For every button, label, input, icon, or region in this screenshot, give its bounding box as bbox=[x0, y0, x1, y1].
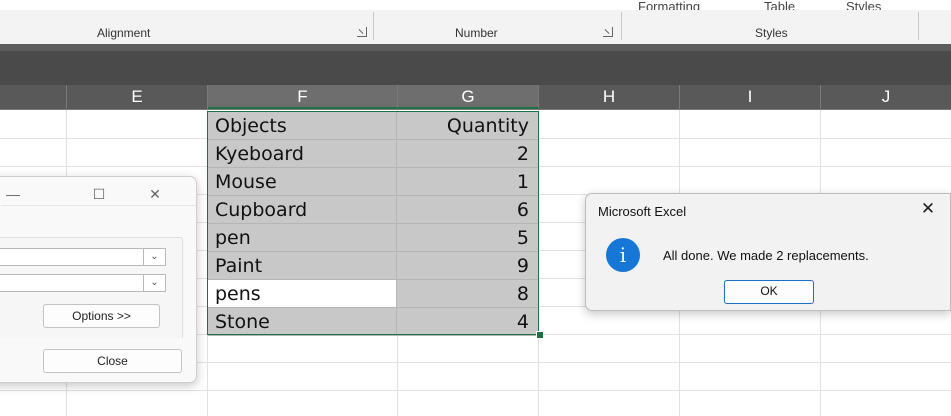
close-icon[interactable]: ✕ bbox=[145, 186, 165, 202]
title-separator bbox=[1, 205, 196, 206]
ribbon-shadow bbox=[0, 44, 951, 51]
alignment-dialog-launcher-icon[interactable] bbox=[357, 27, 367, 37]
column-header-i[interactable]: I bbox=[680, 85, 821, 109]
object-cell[interactable]: Kyeboard bbox=[208, 140, 397, 168]
message-text: All done. We made 2 replacements. bbox=[663, 248, 869, 263]
column-header-g[interactable]: G bbox=[398, 85, 539, 109]
options-button[interactable]: Options >> bbox=[43, 304, 160, 328]
quantity-cell[interactable]: 8 bbox=[397, 280, 538, 308]
grid-row-line bbox=[0, 390, 951, 391]
column-header-j[interactable]: J bbox=[821, 85, 951, 109]
fill-handle[interactable] bbox=[536, 331, 544, 339]
ribbon-button-formatting[interactable]: Formatting bbox=[638, 1, 700, 10]
info-icon: i bbox=[606, 238, 640, 272]
ribbon-separator bbox=[621, 12, 622, 40]
ok-button[interactable]: OK bbox=[724, 280, 814, 304]
number-dialog-launcher-icon[interactable] bbox=[603, 27, 613, 37]
object-cell[interactable]: pen bbox=[208, 224, 397, 252]
replace-tab-panel: ⌄ ⌄ Options >> bbox=[0, 237, 183, 338]
column-header-f[interactable]: F bbox=[208, 85, 398, 109]
close-button[interactable]: Close bbox=[43, 349, 182, 373]
ribbon-separator bbox=[918, 12, 919, 40]
ribbon-button-table[interactable]: Table bbox=[764, 1, 795, 10]
object-cell[interactable]: Stone bbox=[208, 308, 397, 336]
close-icon[interactable]: ✕ bbox=[916, 198, 940, 220]
maximize-icon[interactable]: ☐ bbox=[89, 186, 109, 202]
grid-col-line bbox=[538, 110, 539, 416]
formula-bar-area bbox=[0, 51, 951, 85]
header-cell-quantity[interactable]: Quantity bbox=[397, 112, 538, 140]
active-cell[interactable]: pens bbox=[208, 280, 397, 308]
quantity-cell[interactable]: 1 bbox=[397, 168, 538, 196]
minimize-icon[interactable]: — bbox=[3, 186, 23, 202]
find-what-combo[interactable]: ⌄ bbox=[0, 248, 166, 266]
quantity-cell[interactable]: 2 bbox=[397, 140, 538, 168]
object-cell[interactable]: Mouse bbox=[208, 168, 397, 196]
ribbon-top-strip bbox=[0, 0, 951, 10]
ribbon-group-styles-label: Styles bbox=[755, 26, 788, 40]
column-header-row: E F G H I J bbox=[0, 85, 951, 110]
find-replace-dialog: — ☐ ✕ ⌄ ⌄ Options >> Close bbox=[0, 176, 197, 383]
ribbon: Formatting Table Styles Alignment Number… bbox=[0, 0, 951, 45]
ribbon-group-number-label: Number bbox=[455, 26, 498, 40]
message-box: Microsoft Excel ✕ i All done. We made 2 … bbox=[585, 193, 951, 311]
header-cell-objects[interactable]: Objects bbox=[208, 112, 397, 140]
replace-with-combo[interactable]: ⌄ bbox=[0, 274, 166, 292]
quantity-cell[interactable]: 4 bbox=[397, 308, 538, 336]
object-cell[interactable]: Paint bbox=[208, 252, 397, 280]
message-box-title: Microsoft Excel bbox=[598, 204, 687, 219]
ribbon-button-styles[interactable]: Styles bbox=[846, 1, 881, 10]
object-cell[interactable]: Cupboard bbox=[208, 196, 397, 224]
quantity-cell[interactable]: 6 bbox=[397, 196, 538, 224]
quantity-cell[interactable]: 9 bbox=[397, 252, 538, 280]
ribbon-separator bbox=[373, 12, 374, 40]
column-header-h[interactable]: H bbox=[539, 85, 680, 109]
quantity-cell[interactable]: 5 bbox=[397, 224, 538, 252]
chevron-down-icon[interactable]: ⌄ bbox=[143, 275, 165, 291]
ribbon-group-alignment-label: Alignment bbox=[97, 26, 151, 40]
column-header-d[interactable] bbox=[0, 85, 67, 109]
chevron-down-icon[interactable]: ⌄ bbox=[143, 249, 165, 265]
column-header-e[interactable]: E bbox=[67, 85, 208, 109]
